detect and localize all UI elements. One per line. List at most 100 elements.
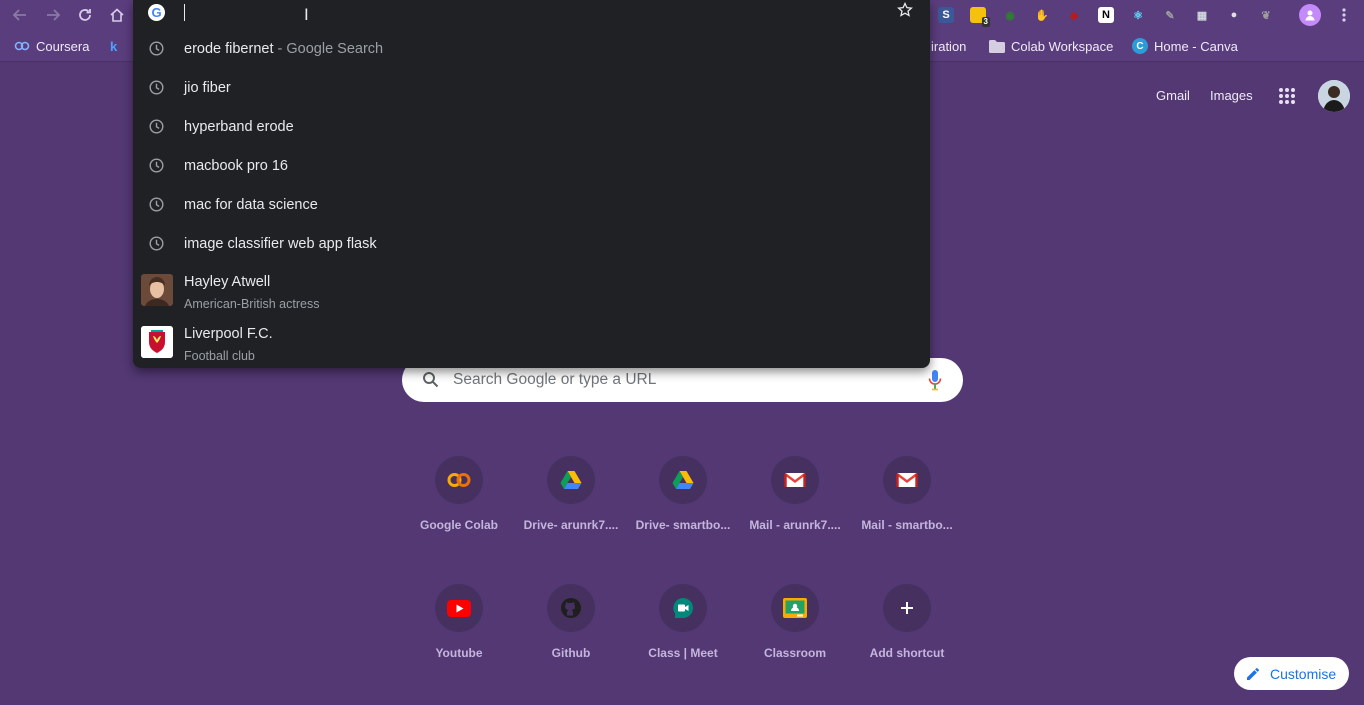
gmail-icon (783, 468, 807, 492)
suggestion-row[interactable]: erode fibernet - Google Search (133, 29, 930, 68)
suggestion-row[interactable]: image classifier web app flask (133, 224, 930, 263)
liverpool-crest-icon (141, 326, 173, 358)
ublock-extension-icon[interactable]: ◆ (1062, 3, 1086, 27)
meet-icon (671, 596, 695, 620)
sticky-note-extension-icon[interactable]: 3 (966, 3, 990, 27)
kebab-menu-icon (1342, 8, 1346, 22)
shortcut-label: Mail - smartbo... (861, 518, 953, 532)
reload-button[interactable] (73, 3, 97, 27)
shortcut-label: Github (551, 646, 591, 660)
entity-suggestion-row[interactable]: Liverpool F.C. Football club (133, 320, 930, 372)
entity-title: Liverpool F.C. (184, 326, 273, 342)
shortcut-drive-arunrk7[interactable]: Drive- arunrk7.... (515, 440, 627, 552)
omnibox-input[interactable] (184, 3, 834, 23)
suggestion-text: image classifier web app flask (184, 235, 377, 252)
shortcut-github[interactable]: Github (515, 568, 627, 680)
react-devtools-icon[interactable]: ⚛ (1126, 3, 1150, 27)
notion-extension-icon[interactable]: N (1094, 3, 1118, 27)
google-apps-icon[interactable] (1278, 87, 1296, 105)
extensions-area: S 3 ◉ ✋ ◆ N ⚛ ✎ ▦ ● ❦ (934, 2, 1278, 28)
bookmark-k[interactable]: k (110, 36, 117, 56)
shortcut-label: Classroom (763, 646, 827, 660)
coursera-icon (14, 41, 30, 51)
person-thumbnail-icon (141, 274, 173, 306)
youtube-icon (447, 596, 471, 620)
grid-extension-icon[interactable]: ▦ (1190, 3, 1214, 27)
pencil-icon (1247, 667, 1260, 680)
leaf-extension-icon[interactable]: ❦ (1254, 3, 1278, 27)
ntp-top-links: Gmail Images (1104, 78, 1364, 114)
history-clock-icon (149, 158, 164, 173)
adblock-extension-icon[interactable]: ✋ (1030, 3, 1054, 27)
drive-icon (671, 468, 695, 492)
bookmark-colab-workspace[interactable]: Colab Workspace (989, 36, 1113, 56)
entity-subtitle: Football club (184, 349, 255, 363)
bookmark-star-icon[interactable] (897, 2, 913, 18)
images-link[interactable]: Images (1210, 88, 1253, 103)
owl-extension-icon[interactable]: ◉ (998, 3, 1022, 27)
suggestion-row[interactable]: jio fiber (133, 68, 930, 107)
profile-button[interactable] (1298, 3, 1322, 27)
bookmark-label: Coursera (36, 38, 90, 54)
history-clock-icon (149, 41, 164, 56)
omnibox-dropdown: G Ⅰ erode fibernet - Google Search jio f… (133, 0, 930, 368)
entity-suggestion-row[interactable]: Hayley Atwell American-British actress (133, 268, 930, 320)
shortcut-add[interactable]: Add shortcut (851, 568, 963, 680)
classroom-icon (783, 596, 807, 620)
k-icon: k (110, 38, 118, 54)
canva-icon: C (1132, 38, 1148, 54)
shortcut-label: Drive- arunrk7.... (523, 518, 619, 532)
shortcut-google-colab[interactable]: Google Colab (403, 440, 515, 552)
plus-icon (895, 596, 919, 620)
history-clock-icon (149, 236, 164, 251)
profile-icon (1299, 4, 1321, 26)
shortcut-mail-smartbo[interactable]: Mail - smartbo... (851, 440, 963, 552)
shortcut-drive-smartbo[interactable]: Drive- smartbo... (627, 440, 739, 552)
github-icon (559, 596, 583, 620)
suggestion-hint: - Google Search (273, 40, 384, 57)
shortcut-class-meet[interactable]: Class | Meet (627, 568, 739, 680)
home-button[interactable] (105, 3, 129, 27)
shortcut-label: Drive- smartbo... (635, 518, 731, 532)
history-clock-icon (149, 119, 164, 134)
shortcut-label: Google Colab (420, 518, 498, 532)
gmail-link[interactable]: Gmail (1156, 88, 1190, 103)
suggestion-row[interactable]: mac for data science (133, 185, 930, 224)
ibeam-cursor-icon: Ⅰ (304, 5, 309, 24)
bookmark-coursera[interactable]: Coursera (14, 36, 89, 56)
circle-extension-icon[interactable]: ● (1222, 3, 1246, 27)
customise-label: Customise (1270, 665, 1337, 682)
omnibox-input-row: G Ⅰ (133, 0, 930, 26)
forward-arrow-icon (47, 9, 61, 21)
text-caret (184, 4, 185, 21)
pen-extension-icon[interactable]: ✎ (1158, 3, 1182, 27)
voice-search-icon[interactable] (928, 369, 942, 391)
suggestion-text: erode fibernet (184, 40, 274, 57)
suggestion-row[interactable]: macbook pro 16 (133, 146, 930, 185)
bookmark-label: Colab Workspace (1011, 38, 1114, 54)
drive-icon (559, 468, 583, 492)
suggestion-text: hyperband erode (184, 118, 294, 135)
reload-icon (79, 9, 91, 21)
shortcut-mail-arunrk7[interactable]: Mail - arunrk7.... (739, 440, 851, 552)
s-extension-icon[interactable]: S (934, 3, 958, 27)
forward-button[interactable] (41, 3, 65, 27)
folder-icon (989, 39, 1005, 53)
shortcut-youtube[interactable]: Youtube (403, 568, 515, 680)
entity-title: Hayley Atwell (184, 274, 271, 290)
chrome-menu-button[interactable] (1332, 3, 1356, 27)
bookmark-inspiration[interactable]: iration (931, 36, 966, 56)
customise-button[interactable]: Customise (1234, 657, 1349, 690)
shortcut-label: Class | Meet (648, 646, 718, 660)
home-icon (110, 8, 124, 22)
shortcut-label: Mail - arunrk7.... (749, 518, 841, 532)
bookmark-canva[interactable]: C Home - Canva (1132, 36, 1238, 56)
account-avatar[interactable] (1318, 80, 1350, 112)
colab-icon (447, 468, 471, 492)
shortcut-classroom[interactable]: Classroom (739, 568, 851, 680)
back-arrow-icon (12, 9, 26, 21)
entity-subtitle: American-British actress (184, 297, 320, 311)
search-icon (423, 372, 439, 388)
back-button[interactable] (8, 3, 32, 27)
suggestion-row[interactable]: hyperband erode (133, 107, 930, 146)
